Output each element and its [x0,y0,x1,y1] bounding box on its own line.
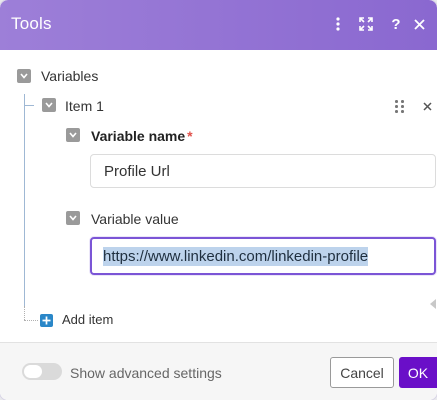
remove-item-icon[interactable] [420,99,434,113]
variable-name-collapse-toggle[interactable] [66,128,80,142]
toggle-knob [24,365,42,378]
variables-label: Variables [41,68,99,84]
tree-branch [24,105,34,106]
tree-dotted-line [24,306,25,320]
help-icon[interactable]: ? [386,14,406,34]
cancel-button[interactable]: Cancel [330,357,394,388]
variable-value-collapse-toggle[interactable] [66,211,80,225]
tools-dialog: Tools ? Variables Item 1 Variable name *… [0,0,437,400]
item-label: Item 1 [65,98,104,114]
variable-name-value: Profile Url [104,162,170,180]
tree-line [24,94,25,308]
variable-value-input[interactable]: https://www.linkedin.com/linkedin-profil… [90,237,436,275]
variable-name-label-text: Variable name [91,128,186,144]
tree-dotted-branch [24,320,38,321]
variable-name-input[interactable]: Profile Url [90,154,436,188]
advanced-settings-toggle[interactable] [22,363,62,380]
ok-button[interactable]: OK [399,357,437,388]
dialog-body: Variables Item 1 Variable name * Profile … [0,50,437,342]
variable-name-label: Variable name * [91,128,193,144]
add-item-icon[interactable] [40,314,53,327]
expand-icon[interactable] [356,14,376,34]
dialog-footer: Show advanced settings Cancel OK [0,342,437,400]
advanced-settings-label: Show advanced settings [70,365,222,381]
variable-value-label: Variable value [91,211,179,227]
dialog-title: Tools [11,14,52,33]
dialog-header: Tools ? [0,0,437,50]
drag-handle-icon[interactable] [395,100,407,114]
item-collapse-toggle[interactable] [42,98,56,112]
required-mark: * [187,128,193,144]
add-item-button[interactable]: Add item [62,312,113,327]
more-vertical-icon[interactable] [328,14,348,34]
panel-resize-handle-icon[interactable] [430,299,436,309]
variable-value-text: https://www.linkedin.com/linkedin-profil… [103,246,369,266]
close-icon[interactable] [409,14,429,34]
variables-collapse-toggle[interactable] [17,69,31,83]
